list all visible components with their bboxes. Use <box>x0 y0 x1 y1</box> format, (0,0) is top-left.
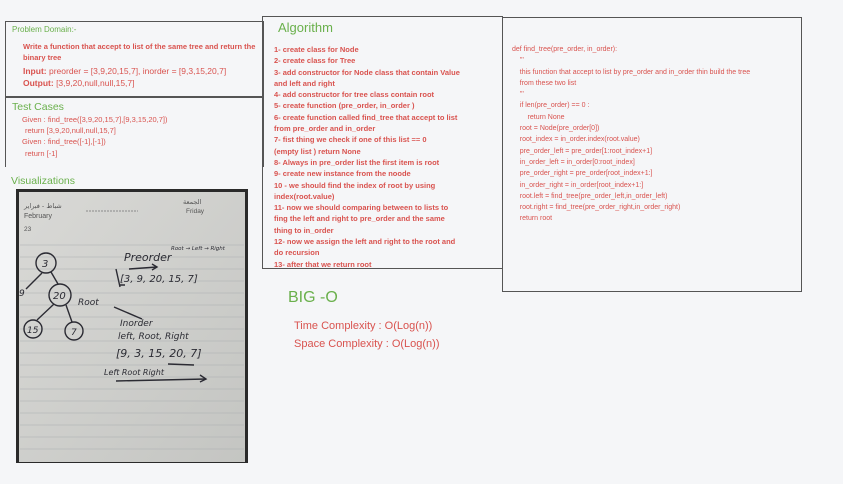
inorder-pattern: left, Root, Right <box>118 332 189 342</box>
notebook-sketch: شباط - فبراير February 23 الجمعة Friday … <box>16 189 248 463</box>
code-line: root.left = find_tree(pre_order_left,in_… <box>512 192 668 200</box>
code-card[interactable]: def find_tree(pre_order, in_order): ''' … <box>502 17 802 292</box>
input-value: preorder = [3,9,20,15,7], inorder = [9,3… <box>48 66 227 76</box>
algorithm-step: fing the left and right to pre_order and… <box>274 214 445 224</box>
code-line: ''' <box>512 91 524 99</box>
algorithm-step: 13- after that we return root <box>274 259 372 269</box>
time-complexity: Time Complexity : O(Log(n)) <box>294 320 433 332</box>
big-o-title: BIG -O <box>288 289 338 306</box>
algorithm-step: (empty list ) return None <box>274 146 361 156</box>
tree-node-label: 9 <box>19 289 25 299</box>
algorithm-steps: 1- create class for Node 2- create class… <box>274 44 496 270</box>
output-value: [3,9,20,null,null,15,7] <box>56 78 135 88</box>
input-label: Input: <box>23 66 47 76</box>
visualizations-title: Visualizations <box>11 175 76 187</box>
algorithm-step: 6- create function called find_tree that… <box>274 112 458 122</box>
code-line: in_order_right = in_order[root_index+1:] <box>512 181 644 189</box>
test-cases-title: Test Cases <box>12 101 64 113</box>
inorder-array: [9, 3, 15, 20, 7] <box>116 347 202 360</box>
code-line: if len(pre_order) == 0 : <box>512 102 590 110</box>
test-line: Given : find_tree([-1],[-1]) <box>22 137 106 146</box>
algorithm-step: 10 - we should find the index of root by… <box>274 180 436 190</box>
algorithm-step: from pre_order and in_order <box>274 124 376 134</box>
calendar-month-en: February <box>24 213 53 220</box>
code-line: root_index = in_order.index(root.value) <box>512 136 640 144</box>
calendar-month-ar: شباط - فبراير <box>23 202 62 210</box>
tree-node-label: 20 <box>53 291 66 302</box>
code-block: def find_tree(pre_order, in_order): ''' … <box>512 44 750 225</box>
problem-description: Write a function that accept to list of … <box>23 42 256 62</box>
space-complexity: Space Complexity : O(Log(n)) <box>294 338 440 350</box>
calendar-day-en: Friday <box>186 208 205 215</box>
test-line: return [-1] <box>25 149 58 158</box>
algorithm-step: 9- create new instance from the noode <box>274 169 411 179</box>
output-label: Output: <box>23 78 54 88</box>
inorder-label: Inorder <box>120 319 154 329</box>
calendar-date: 23 <box>24 226 32 233</box>
test-cases-card[interactable]: Test Cases Given : find_tree([3,9,20,15,… <box>5 97 264 167</box>
calendar-day-ar: الجمعة <box>183 198 202 206</box>
tree-node-label: 15 <box>27 326 39 336</box>
code-line: pre_order_left = pre_order[1:root_index+… <box>512 147 653 155</box>
algorithm-card[interactable]: Algorithm 1- create class for Node 2- cr… <box>262 16 503 269</box>
algorithm-step: 11- now we should comparing between to l… <box>274 203 449 213</box>
code-line: return root <box>512 215 553 223</box>
whiteboard-photo[interactable]: شباط - فبراير February 23 الجمعة Friday … <box>16 189 248 463</box>
algorithm-step: 12- now we assign the left and right to … <box>274 237 456 247</box>
algorithm-step: index(root.value) <box>274 191 335 201</box>
problem-output: Output: [3,9,20,null,null,15,7] <box>23 78 135 88</box>
test-line: Given : find_tree([3,9,20,15,7],[9,3,15,… <box>22 115 168 124</box>
code-line: from these two list <box>512 79 577 87</box>
code-line: return None <box>512 113 565 121</box>
algorithm-step: and left and right <box>274 78 335 88</box>
tree-node-label: 7 <box>71 328 77 338</box>
code-line: root = Node(pre_order[0]) <box>512 125 600 133</box>
code-line: ''' <box>512 57 524 65</box>
bottom-pattern: Left Root Right <box>104 368 165 377</box>
algorithm-title: Algorithm <box>278 20 333 35</box>
test-line: return [3,9,20,null,null,15,7] <box>25 126 116 135</box>
algorithm-step: thing to in_order <box>274 225 334 235</box>
algorithm-step: 4- add constructor for tree class contai… <box>274 90 435 100</box>
tree-node-label: 3 <box>42 259 48 270</box>
preorder-label: Preorder <box>124 251 173 264</box>
preorder-array: [3, 9, 20, 15, 7] <box>120 274 198 285</box>
code-line: this function that accept to list by pre… <box>512 68 751 76</box>
algorithm-step: 1- create class for Node <box>274 45 359 54</box>
code-line: pre_order_right = pre_order[root_index+1… <box>512 170 653 178</box>
problem-input: Input: preorder = [3,9,20,15,7], inorder… <box>23 66 226 76</box>
algorithm-step: 8- Always in pre_order list the first it… <box>274 157 440 167</box>
algorithm-step: 2- create class for Tree <box>274 56 356 66</box>
algorithm-step: 5- create function (pre_order, in_order … <box>274 101 415 111</box>
problem-domain-card[interactable]: Problem Domain:- Write a function that a… <box>5 21 264 97</box>
root-label: Root <box>78 298 99 308</box>
code-line: def find_tree(pre_order, in_order): <box>512 46 618 53</box>
algorithm-step: do recursion <box>274 248 320 258</box>
problem-domain-title: Problem Domain:- <box>12 25 77 34</box>
algorithm-step: 7- fist thing we check if one of this li… <box>274 135 427 145</box>
preorder-pattern: Root → Left → Right <box>171 246 226 252</box>
algorithm-step: 3- add constructor for Node class that c… <box>274 67 460 77</box>
code-line: in_order_left = in_order[0:root_index] <box>512 158 635 166</box>
code-line: root.right = find_tree(pre_order_right,i… <box>512 204 681 212</box>
